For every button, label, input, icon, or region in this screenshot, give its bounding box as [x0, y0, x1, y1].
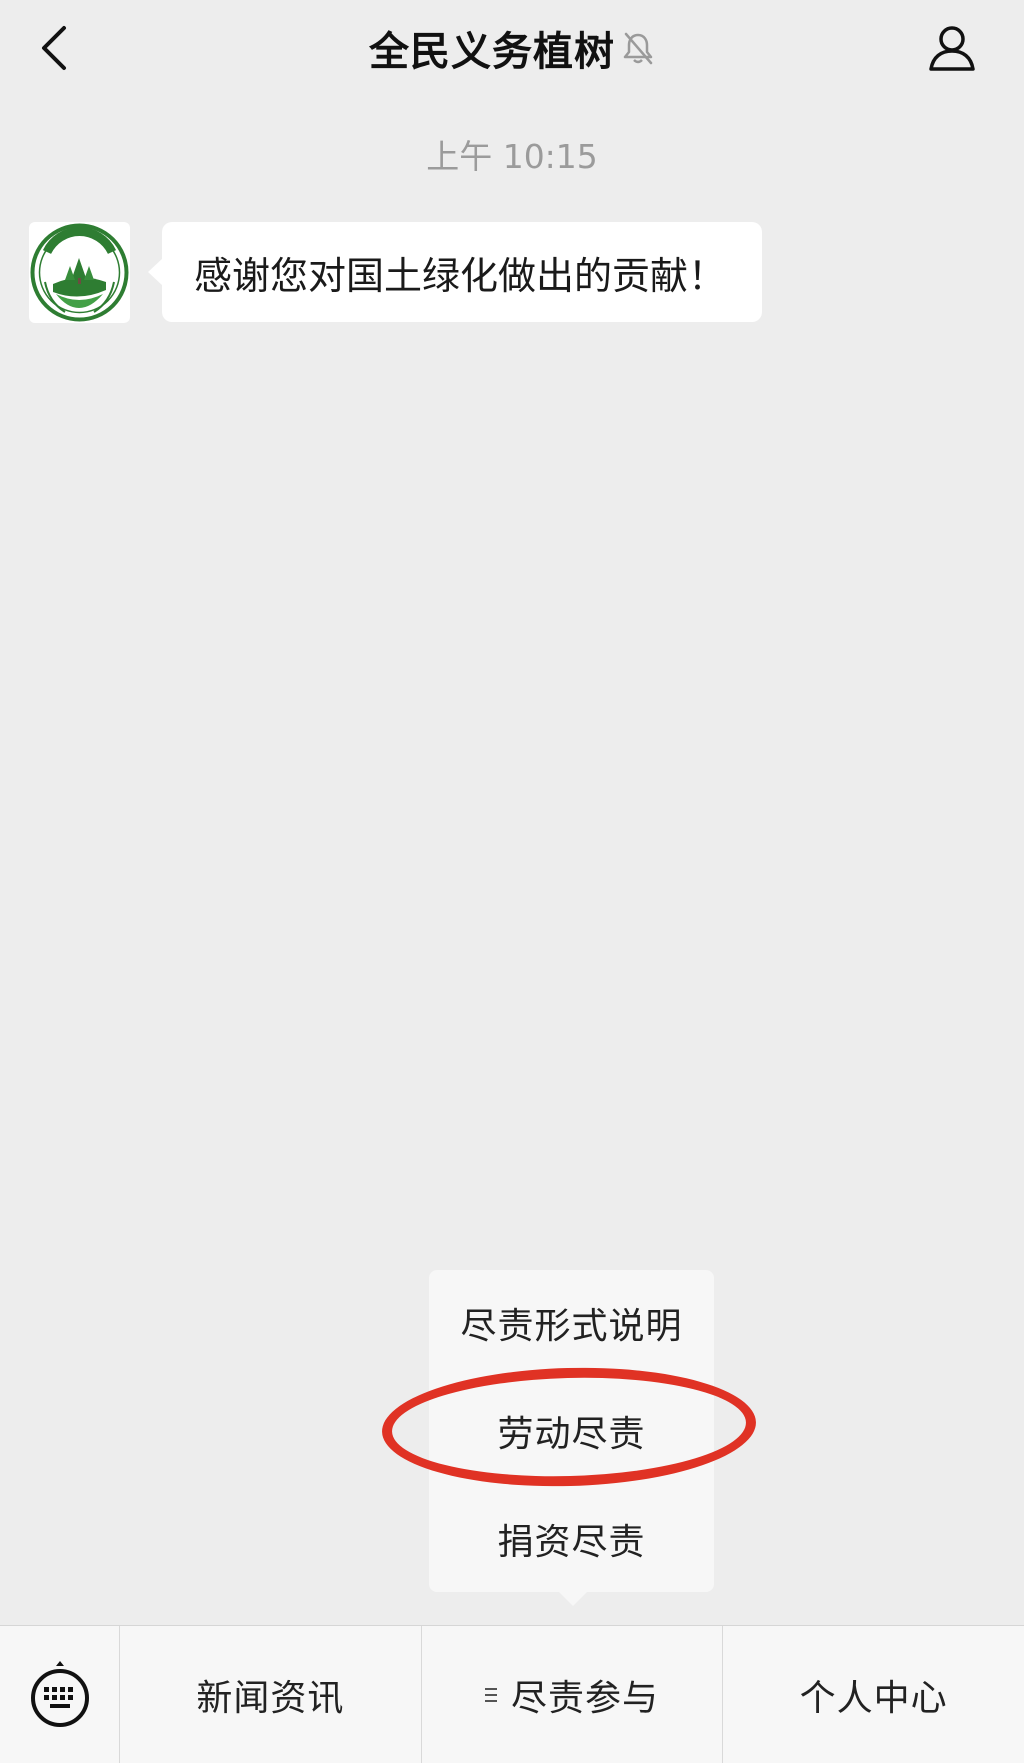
bottom-menu-bar: 新闻资讯 尽责参与 个人中心	[0, 1625, 1024, 1763]
sender-avatar[interactable]	[29, 222, 130, 323]
tree-planting-logo-icon	[30, 223, 129, 322]
chat-title: 全民义务植树	[369, 29, 615, 75]
bell-muted-icon	[621, 30, 655, 66]
user-icon	[929, 26, 975, 71]
title-wrap: 全民义务植树	[0, 0, 1024, 96]
tab-participation-label: 尽责参与	[511, 1677, 660, 1719]
menu-list-icon	[485, 1686, 497, 1704]
submenu-item-donation-duty[interactable]: 捐资尽责	[429, 1486, 714, 1592]
tab-news[interactable]: 新闻资讯	[120, 1626, 421, 1763]
message-timestamp: 上午 10:15	[426, 137, 598, 176]
chevron-left-icon	[42, 26, 66, 70]
tab-participation[interactable]: 尽责参与	[420, 1626, 723, 1763]
message-text: 感谢您对国土绿化做出的贡献！	[194, 253, 727, 298]
submenu-popup: 尽责形式说明 劳动尽责 捐资尽责	[429, 1270, 714, 1606]
profile-button[interactable]	[922, 18, 982, 78]
top-nav-bar: 全民义务植树	[0, 0, 1024, 96]
tab-personal-center-label: 个人中心	[799, 1677, 948, 1719]
tab-personal-center[interactable]: 个人中心	[722, 1626, 1024, 1763]
message-row: 感谢您对国土绿化做出的贡献！	[29, 222, 763, 323]
keyboard-icon	[30, 1660, 89, 1727]
back-button[interactable]	[34, 18, 74, 78]
tab-news-label: 新闻资讯	[196, 1677, 345, 1719]
message-bubble[interactable]: 感谢您对国土绿化做出的贡献！	[147, 222, 763, 322]
submenu-item-form-description[interactable]: 尽责形式说明	[429, 1270, 714, 1376]
keyboard-toggle-button[interactable]	[0, 1626, 120, 1763]
submenu-item-labor-duty[interactable]: 劳动尽责	[429, 1378, 714, 1484]
